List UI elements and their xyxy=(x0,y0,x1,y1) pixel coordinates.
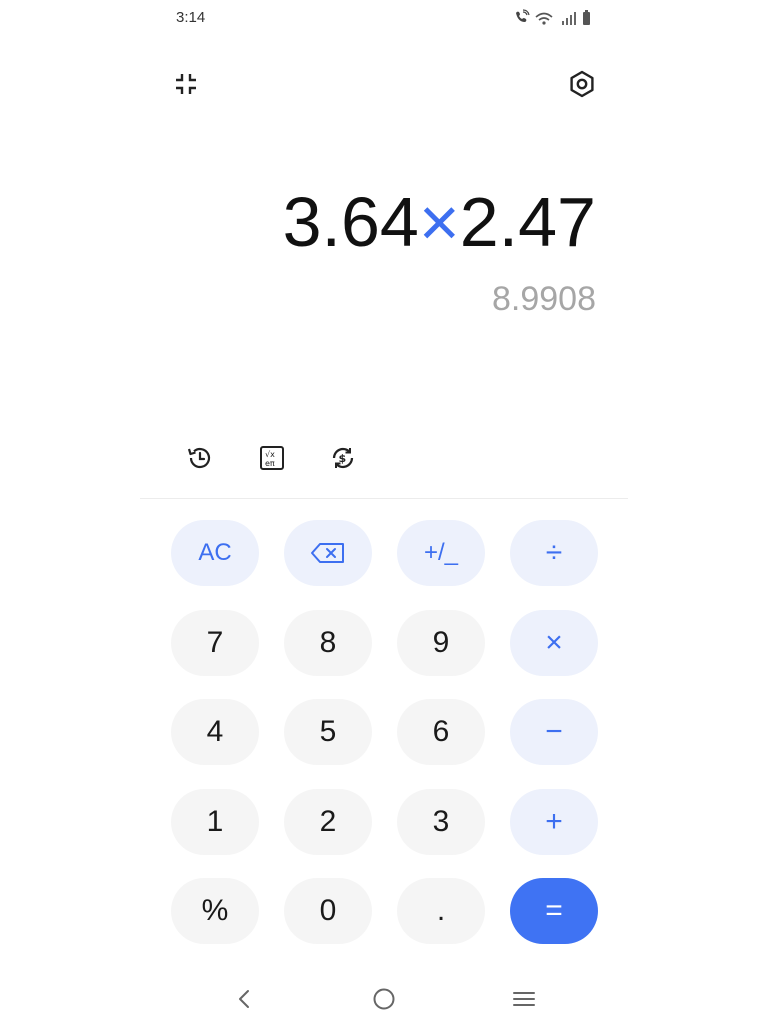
scientific-icon: √x eπ xyxy=(260,446,284,470)
operand-2: 2.47 xyxy=(459,183,596,261)
operand-1: 3.64 xyxy=(282,183,419,261)
percent-button[interactable]: % xyxy=(171,878,259,944)
history-icon xyxy=(187,447,211,469)
sign-toggle-button[interactable]: +/_ xyxy=(397,520,485,586)
currency-convert-button[interactable]: $ xyxy=(326,441,360,475)
digit-4-button[interactable]: 4 xyxy=(171,699,259,765)
expression-display: 3.64×2.47 xyxy=(283,182,596,262)
result-preview: 8.9908 xyxy=(492,280,596,318)
equals-button[interactable]: = xyxy=(510,878,598,944)
nav-recents-button[interactable] xyxy=(506,982,542,1016)
decimal-button[interactable]: . xyxy=(397,878,485,944)
history-button[interactable] xyxy=(183,441,217,475)
svg-text:√x: √x xyxy=(265,450,275,459)
battery-icon xyxy=(583,10,590,25)
nav-home-button[interactable] xyxy=(366,982,402,1016)
digit-1-button[interactable]: 1 xyxy=(171,789,259,855)
settings-button[interactable] xyxy=(565,67,599,101)
divide-button[interactable]: ÷ xyxy=(510,520,598,586)
svg-text:$: $ xyxy=(339,452,347,465)
collapse-button[interactable] xyxy=(169,67,203,101)
home-icon xyxy=(373,988,395,1010)
backspace-icon xyxy=(311,543,344,563)
digit-3-button[interactable]: 3 xyxy=(397,789,485,855)
clear-button[interactable]: AC xyxy=(171,520,259,586)
digit-5-button[interactable]: 5 xyxy=(284,699,372,765)
settings-icon xyxy=(570,70,594,98)
status-time: 3:14 xyxy=(176,9,206,26)
digit-7-button[interactable]: 7 xyxy=(171,610,259,676)
currency-convert-icon: $ xyxy=(332,447,354,469)
digit-8-button[interactable]: 8 xyxy=(284,610,372,676)
recents-icon xyxy=(513,992,535,1006)
digit-2-button[interactable]: 2 xyxy=(284,789,372,855)
wifi-icon xyxy=(535,12,553,25)
svg-text:eπ: eπ xyxy=(265,459,275,468)
subtract-button[interactable]: − xyxy=(510,699,598,765)
multiply-button[interactable]: × xyxy=(510,610,598,676)
collapse-icon xyxy=(176,74,196,94)
digit-0-button[interactable]: 0 xyxy=(284,878,372,944)
calculator-screen: 3:14 3.64×2.47 8.9908 √x eπ $ AC +/_ ÷ 7… xyxy=(0,0,768,1024)
digit-9-button[interactable]: 9 xyxy=(397,610,485,676)
tool-row-divider xyxy=(140,498,628,499)
scientific-button[interactable]: √x eπ xyxy=(255,441,289,475)
operator-symbol: × xyxy=(418,183,460,261)
add-button[interactable]: + xyxy=(510,789,598,855)
status-icons xyxy=(514,9,594,27)
backspace-button[interactable] xyxy=(284,520,372,586)
digit-6-button[interactable]: 6 xyxy=(397,699,485,765)
wifi-calling-icon xyxy=(516,9,530,22)
back-icon xyxy=(239,990,249,1008)
nav-back-button[interactable] xyxy=(226,982,262,1016)
signal-icon xyxy=(562,12,576,25)
